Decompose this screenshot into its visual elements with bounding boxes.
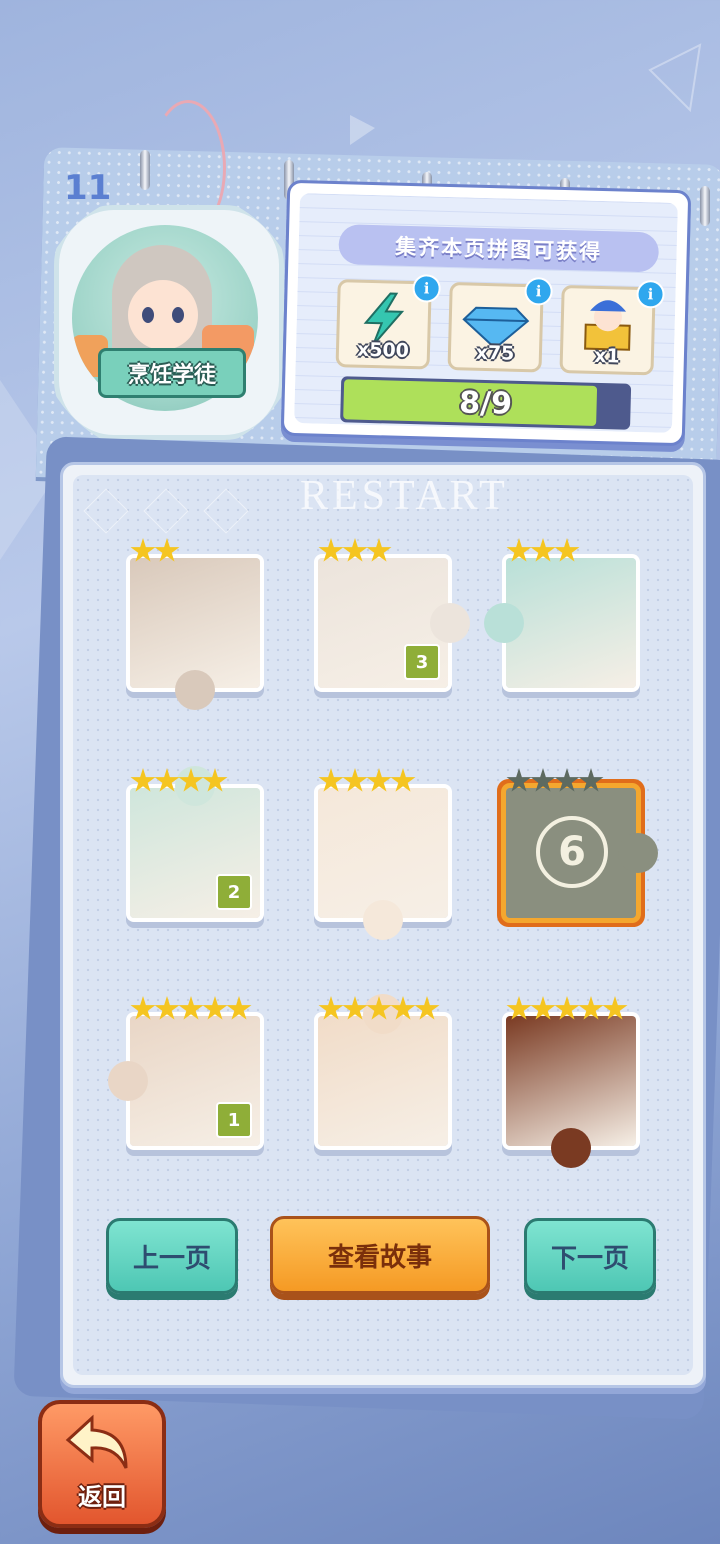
reward-slot-energy[interactable]: x500 i: [335, 274, 441, 370]
star-icon: [318, 996, 344, 1020]
star-icon: [390, 768, 416, 792]
star-icon: [202, 996, 228, 1020]
piece-star-rating: [506, 996, 628, 1022]
piece-count-badge: 1: [216, 1102, 252, 1138]
binder-ring: [140, 150, 150, 190]
puzzle-piece[interactable]: 3: [318, 558, 470, 688]
puzzle-piece[interactable]: [318, 994, 448, 1146]
collection-progress-bar: 8/9: [340, 376, 632, 430]
puzzle-tab: [484, 603, 524, 643]
progress-text: 8/9: [458, 384, 513, 422]
binder-ring: [700, 186, 710, 226]
watermark-text: RESTART: [300, 473, 509, 519]
star-icon: [154, 996, 180, 1020]
star-icon: [130, 538, 156, 562]
back-arrow-icon: [65, 1414, 128, 1469]
reward-header: 集齐本页拼图可获得: [338, 224, 660, 273]
piece-count-badge: 3: [404, 644, 440, 680]
star-icon: [130, 768, 156, 792]
album-title: 烹饪学徒: [98, 348, 246, 398]
star-icon: [318, 768, 344, 792]
star-icon: [202, 768, 228, 792]
star-icon: [318, 538, 344, 562]
star-icon: [414, 996, 440, 1020]
info-icon[interactable]: i: [636, 279, 665, 309]
puzzle-piece[interactable]: [506, 1016, 636, 1168]
star-icon: [530, 996, 556, 1020]
puzzle-piece[interactable]: 1: [108, 1016, 260, 1146]
piece-star-rating: [318, 768, 416, 794]
piece-star-rating: [506, 768, 604, 794]
puzzle-tab: [618, 833, 658, 873]
piece-count-badge: 2: [216, 874, 252, 910]
piece-star-rating: [318, 538, 392, 564]
star-icon: [506, 996, 532, 1020]
next-page-button[interactable]: 下一页: [524, 1218, 656, 1294]
star-icon: [178, 996, 204, 1020]
star-icon: [530, 768, 556, 792]
star-icon: [554, 996, 580, 1020]
star-icon: [366, 996, 392, 1020]
view-story-button[interactable]: 查看故事: [270, 1216, 490, 1294]
star-icon: [578, 996, 604, 1020]
puzzle-piece-locked[interactable]: 6: [506, 788, 658, 918]
star-icon: [506, 538, 532, 562]
prev-page-button[interactable]: 上一页: [106, 1218, 238, 1294]
reward-count: x1: [593, 344, 620, 368]
star-icon: [578, 768, 604, 792]
star-icon: [342, 768, 368, 792]
puzzle-piece[interactable]: [130, 558, 260, 710]
star-icon: [178, 768, 204, 792]
back-label: 返回: [78, 1483, 126, 1511]
reward-slot-diamond[interactable]: x75 i: [447, 277, 553, 373]
piece-star-rating: [130, 768, 228, 794]
star-icon: [366, 538, 392, 562]
back-button[interactable]: 返回: [38, 1400, 166, 1528]
info-icon[interactable]: i: [412, 274, 441, 303]
page-number: 11: [64, 168, 112, 208]
reward-count: x75: [475, 341, 515, 365]
star-icon: [154, 538, 180, 562]
puzzle-piece[interactable]: 2: [130, 766, 260, 918]
puzzle-tab: [108, 1061, 148, 1101]
puzzle-piece[interactable]: [318, 788, 448, 940]
star-icon: [602, 996, 628, 1020]
piece-star-rating: [130, 538, 180, 564]
reward-panel: 集齐本页拼图可获得 x500 i x75 i x1 i 8/9: [280, 179, 692, 447]
locked-piece-number: 6: [536, 816, 608, 888]
star-icon: [506, 768, 532, 792]
star-icon: [130, 996, 156, 1020]
star-icon: [342, 996, 368, 1020]
star-icon: [554, 768, 580, 792]
star-icon: [342, 538, 368, 562]
star-icon: [226, 996, 252, 1020]
star-icon: [530, 538, 556, 562]
star-icon: [554, 538, 580, 562]
piece-star-rating: [130, 996, 252, 1022]
star-icon: [154, 768, 180, 792]
puzzle-tab: [551, 1128, 591, 1168]
piece-star-rating: [506, 538, 580, 564]
star-icon: [366, 768, 392, 792]
puzzle-tab: [175, 670, 215, 710]
info-icon[interactable]: i: [524, 277, 553, 306]
piece-star-rating: [318, 996, 440, 1022]
reward-count: x500: [356, 338, 410, 362]
puzzle-tab: [363, 900, 403, 940]
reward-slot-jester[interactable]: x1 i: [559, 279, 665, 376]
star-icon: [390, 996, 416, 1020]
puzzle-tab: [430, 603, 470, 643]
puzzle-piece[interactable]: [484, 558, 636, 688]
